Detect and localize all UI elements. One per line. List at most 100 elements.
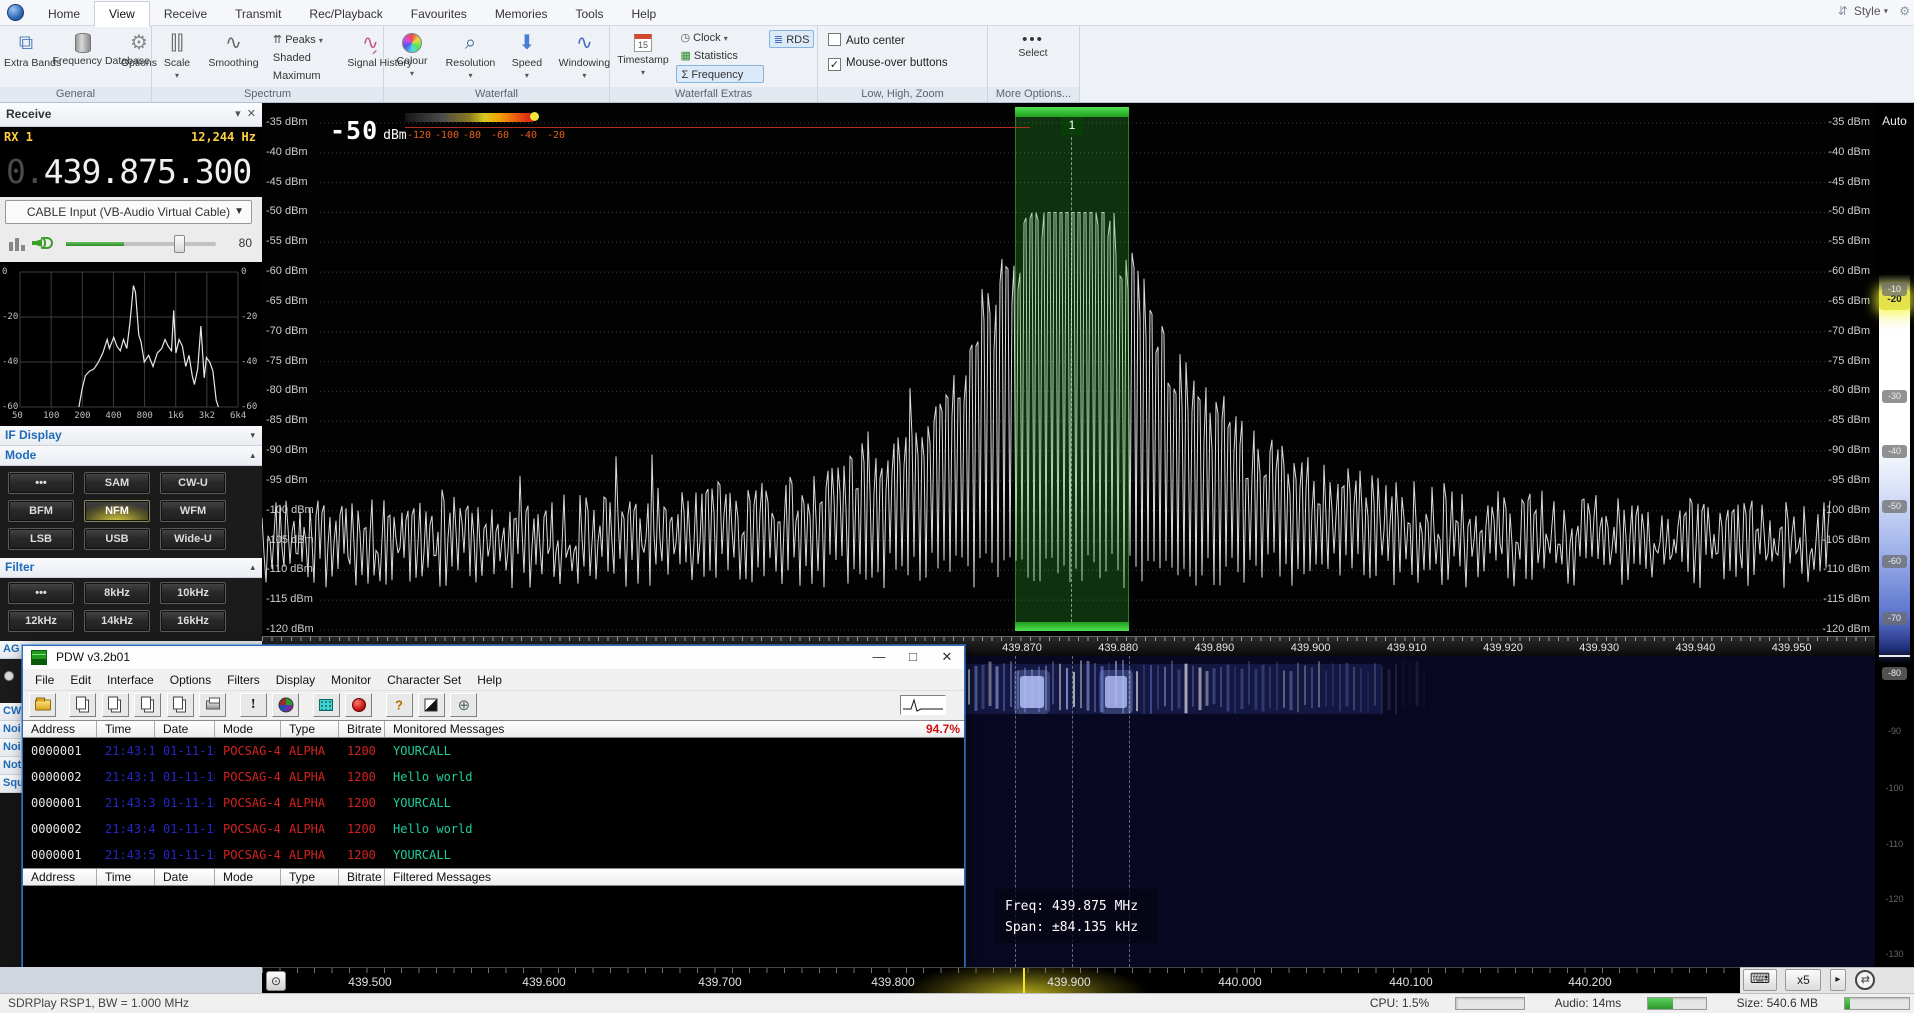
column-header-date[interactable]: Date bbox=[155, 721, 215, 737]
mode-button-bfm[interactable]: BFM bbox=[8, 500, 74, 522]
pdw-menu-filters[interactable]: Filters bbox=[219, 669, 268, 691]
scale-button[interactable]: ⫿⫿Scale▾ bbox=[156, 28, 198, 82]
pdw-window[interactable]: PDW v3.2b01 — □ ✕ FileEditInterfaceOptio… bbox=[22, 645, 965, 967]
pdw-titlebar[interactable]: PDW v3.2b01 — □ ✕ bbox=[23, 646, 964, 669]
gear-icon[interactable]: ⚙ bbox=[1899, 4, 1910, 18]
style-button[interactable]: Style ▾ bbox=[1854, 3, 1888, 17]
audio-device-select[interactable]: CABLE Input (VB-Audio Virtual Cable)▼ bbox=[5, 200, 252, 224]
pdw-menu-character-set[interactable]: Character Set bbox=[379, 669, 469, 691]
frequency-toggle[interactable]: Σ Frequency bbox=[676, 65, 764, 83]
app-menu-button[interactable] bbox=[7, 4, 24, 21]
mode-button-sam[interactable]: SAM bbox=[84, 472, 150, 494]
passband-bottom-handle[interactable] bbox=[1015, 622, 1129, 631]
tab-transmit[interactable]: Transmit bbox=[221, 2, 295, 26]
column-header-time[interactable]: Time bbox=[97, 869, 155, 885]
shaded-button[interactable]: Shaded bbox=[269, 49, 343, 67]
auto-center-checkbox[interactable]: Auto center bbox=[818, 30, 987, 52]
statistics-button[interactable]: ▦ Statistics bbox=[676, 47, 764, 65]
mode-button-wideu[interactable]: Wide-U bbox=[160, 528, 226, 550]
band-navigation-bar[interactable]: 439.500439.600439.700439.800439.900440.0… bbox=[262, 967, 1740, 993]
frequency-database-button[interactable]: Frequency Database bbox=[52, 28, 114, 67]
column-header-bitrate[interactable]: Bitrate bbox=[339, 869, 385, 885]
column-header-time[interactable]: Time bbox=[97, 721, 155, 737]
power-button[interactable]: ⊙ bbox=[266, 971, 286, 991]
tab-favourites[interactable]: Favourites bbox=[397, 2, 481, 26]
pdw-menu-display[interactable]: Display bbox=[268, 669, 323, 691]
filtered-messages-header[interactable]: AddressTimeDateModeTypeBitrateFiltered M… bbox=[23, 868, 964, 886]
zoom-more-button[interactable]: ▸ bbox=[1830, 969, 1846, 991]
table-row[interactable]: 000000121:43:5901-11-18POCSAG-4ALPHA1200… bbox=[23, 842, 964, 868]
invert-button[interactable] bbox=[418, 693, 445, 717]
resolution-button[interactable]: ⌕Resolution▾ bbox=[440, 28, 500, 82]
pdw-menu-monitor[interactable]: Monitor bbox=[323, 669, 379, 691]
pin-icon[interactable]: ⇵ bbox=[1838, 4, 1848, 18]
table-row[interactable]: 000000121:43:1401-11-18POCSAG-4ALPHA1200… bbox=[23, 738, 964, 764]
select-button[interactable]: •••Select bbox=[988, 26, 1078, 59]
equalizer-icon[interactable] bbox=[8, 236, 26, 252]
tab-view[interactable]: View bbox=[94, 1, 150, 27]
section-filter[interactable]: Filter▴ bbox=[0, 558, 262, 578]
maximum-button[interactable]: Maximum bbox=[269, 67, 343, 85]
help-button[interactable]: ? bbox=[386, 693, 413, 717]
column-header-type[interactable]: Type bbox=[281, 869, 339, 885]
passband-top-handle[interactable] bbox=[1015, 107, 1129, 117]
minimize-button[interactable]: — bbox=[862, 646, 896, 669]
pdw-menu-file[interactable]: File bbox=[27, 669, 62, 691]
tab-tools[interactable]: Tools bbox=[562, 2, 618, 26]
statistics-button[interactable] bbox=[272, 693, 299, 717]
amplitude-colour-legend[interactable] bbox=[405, 113, 533, 122]
extra-bands-button[interactable]: ⧉Extra Bands bbox=[4, 28, 48, 69]
table-row[interactable]: 000000121:43:3901-11-18POCSAG-4ALPHA1200… bbox=[23, 790, 964, 816]
tab-help[interactable]: Help bbox=[618, 2, 671, 26]
close-button[interactable]: ✕ bbox=[930, 646, 964, 669]
maximize-button[interactable]: □ bbox=[896, 646, 930, 669]
column-header-mode[interactable]: Mode bbox=[215, 869, 281, 885]
open-button[interactable] bbox=[29, 693, 56, 717]
column-header-type[interactable]: Type bbox=[281, 721, 339, 737]
windowing-button[interactable]: ∿Windowing▾ bbox=[553, 28, 615, 82]
filter-button-16khz[interactable]: 16kHz bbox=[160, 610, 226, 632]
speaker-icon[interactable] bbox=[32, 235, 50, 251]
mouse-over-buttons-checkbox[interactable]: ✓Mouse-over buttons bbox=[818, 52, 987, 74]
radio-button-icon[interactable] bbox=[4, 671, 14, 681]
column-header-bitrate[interactable]: Bitrate bbox=[339, 721, 385, 737]
auto-range-button[interactable]: Auto bbox=[1875, 111, 1914, 131]
rx-marker[interactable]: 1 bbox=[1061, 117, 1083, 135]
filter-button-8khz[interactable]: 8kHz bbox=[84, 582, 150, 604]
range-lower-limit[interactable] bbox=[1879, 655, 1910, 657]
mode-button-[interactable]: ••• bbox=[8, 472, 74, 494]
tab-memories[interactable]: Memories bbox=[481, 2, 562, 26]
column-header-messages[interactable]: Monitored Messages bbox=[385, 721, 945, 737]
keyboard-button[interactable]: ⌨ bbox=[1743, 969, 1777, 991]
table-row[interactable]: 000000221:43:1601-11-18POCSAG-4ALPHA1200… bbox=[23, 764, 964, 790]
clock-button[interactable]: ◷ Clock ▾ bbox=[676, 29, 764, 47]
print-button[interactable] bbox=[199, 693, 226, 717]
volume-slider[interactable] bbox=[66, 242, 216, 246]
frequency-display[interactable]: 0.439.875.300 bbox=[0, 147, 262, 197]
close-icon[interactable]: ✕ bbox=[247, 108, 256, 120]
filter-passband[interactable]: 1 bbox=[1015, 103, 1129, 636]
section-mode[interactable]: Mode▴ bbox=[0, 446, 262, 466]
column-header-mode[interactable]: Mode bbox=[215, 721, 281, 737]
pdw-menu-edit[interactable]: Edit bbox=[62, 669, 99, 691]
pan-button[interactable]: ⇄ bbox=[1855, 970, 1875, 990]
column-header-address[interactable]: Address bbox=[23, 721, 97, 737]
pdw-menu-help[interactable]: Help bbox=[469, 669, 510, 691]
pdw-menu-interface[interactable]: Interface bbox=[99, 669, 162, 691]
zoom-level-button[interactable]: x5 bbox=[1785, 969, 1821, 991]
tab-receive[interactable]: Receive bbox=[150, 2, 221, 26]
tab-rec-playback[interactable]: Rec/Playback bbox=[295, 2, 396, 26]
chevron-down-icon[interactable]: ▾ bbox=[235, 108, 241, 120]
copy-alt-button[interactable] bbox=[102, 693, 129, 717]
volume-slider-thumb[interactable] bbox=[174, 235, 185, 253]
speed-button[interactable]: ⬇Speed▾ bbox=[505, 28, 549, 82]
spectrum-display[interactable]: 1 -50dBm -120-100-80-60-40-20 -35 dBm-40… bbox=[262, 103, 1875, 656]
peaks-button[interactable]: ⇈ Peaks ▾ bbox=[269, 31, 343, 49]
timestamp-button[interactable]: 15Timestamp▾ bbox=[614, 28, 672, 79]
tab-home[interactable]: Home bbox=[34, 2, 94, 26]
column-header-address[interactable]: Address bbox=[23, 869, 97, 885]
network-button[interactable]: ⊕ bbox=[450, 693, 477, 717]
mode-button-usb[interactable]: USB bbox=[84, 528, 150, 550]
monitored-messages-header[interactable]: AddressTimeDateModeTypeBitrateMonitored … bbox=[23, 720, 964, 738]
amplitude-range-slider[interactable]: -20 -10-30-40-50-60-70-80-90-100-110-120… bbox=[1879, 143, 1910, 963]
